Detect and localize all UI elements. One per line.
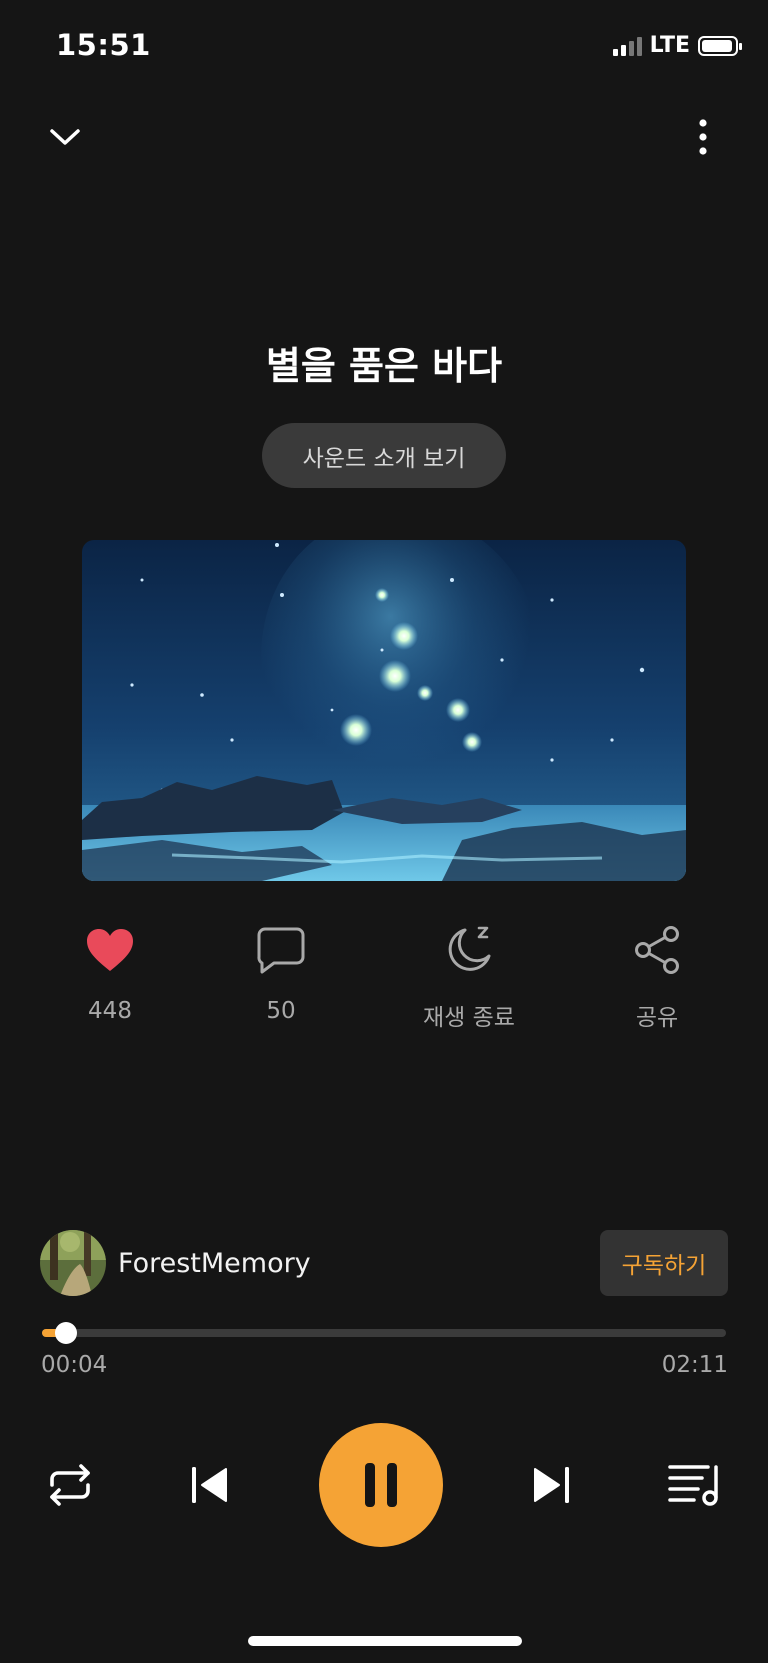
repeat-icon	[50, 1464, 90, 1506]
pause-button[interactable]	[319, 1423, 443, 1547]
comment-action[interactable]: 50	[221, 920, 341, 1024]
comment-icon	[257, 927, 305, 974]
skip-previous-icon	[192, 1467, 227, 1503]
like-count: 448	[88, 998, 132, 1024]
more-vertical-icon	[699, 119, 707, 155]
current-time: 00:04	[41, 1352, 108, 1378]
share-label: 공유	[635, 1005, 679, 1031]
track-artwork	[82, 540, 686, 881]
previous-button[interactable]	[180, 1455, 240, 1515]
share-action[interactable]: 공유	[597, 920, 717, 1032]
starry-sea-artwork	[82, 540, 686, 881]
playlist-button[interactable]	[664, 1455, 724, 1515]
moon-sleep-icon	[448, 926, 491, 971]
comment-count: 50	[266, 998, 296, 1024]
share-icon	[635, 926, 679, 974]
status-bar: 15:51 LTE	[0, 0, 768, 96]
progress-bar[interactable]	[42, 1322, 726, 1344]
playlist-icon	[668, 1465, 718, 1506]
collapse-button[interactable]	[40, 112, 90, 162]
pause-icon	[365, 1463, 397, 1507]
duration: 02:11	[661, 1352, 728, 1378]
avatar	[40, 1230, 106, 1296]
creator-name: ForestMemory	[118, 1247, 311, 1279]
sleep-timer-label: 재생 종료	[423, 1005, 515, 1031]
battery-icon	[698, 35, 742, 56]
skip-next-icon	[534, 1467, 569, 1503]
signal-icon	[612, 36, 642, 56]
subscribe-button[interactable]: 구독하기	[600, 1230, 728, 1296]
network-label: LTE	[649, 33, 690, 58]
heart-icon	[87, 929, 133, 971]
sleep-timer-action[interactable]: 재생 종료	[409, 920, 529, 1032]
more-button[interactable]	[678, 112, 728, 162]
status-indicators: LTE	[612, 33, 742, 58]
next-button[interactable]	[521, 1455, 581, 1515]
track-title: 별을 품은 바다	[265, 344, 503, 388]
progress-handle[interactable]	[54, 1322, 77, 1344]
sound-intro-button[interactable]: 사운드 소개 보기	[262, 423, 506, 488]
creator-info[interactable]: ForestMemory	[40, 1230, 311, 1296]
home-indicator[interactable]	[248, 1636, 522, 1646]
like-action[interactable]: 448	[50, 920, 170, 1024]
repeat-button[interactable]	[40, 1455, 100, 1515]
chevron-down-icon	[50, 129, 80, 145]
status-time: 15:51	[56, 28, 151, 62]
